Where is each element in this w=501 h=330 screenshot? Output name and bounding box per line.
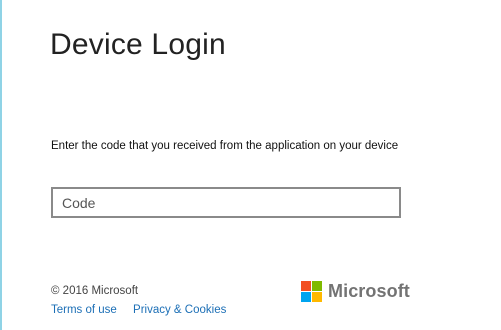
logo-square-green: [312, 281, 322, 291]
code-input[interactable]: [51, 187, 401, 218]
microsoft-logo: Microsoft: [301, 281, 410, 302]
copyright-text: © 2016 Microsoft: [51, 285, 139, 297]
terms-of-use-link[interactable]: Terms of use: [51, 304, 117, 316]
device-login-page: Device Login Enter the code that you rec…: [0, 0, 501, 330]
microsoft-logo-icon: [301, 281, 322, 302]
page-title: Device Login: [50, 28, 226, 61]
logo-square-blue: [301, 292, 311, 302]
instruction-text: Enter the code that you received from th…: [51, 140, 399, 152]
logo-square-red: [301, 281, 311, 291]
left-border-rule: [0, 0, 2, 330]
microsoft-wordmark: Microsoft: [328, 281, 410, 301]
privacy-cookies-link[interactable]: Privacy & Cookies: [133, 304, 226, 316]
logo-square-yellow: [312, 292, 322, 302]
footer-links: Terms of use Privacy & Cookies: [51, 304, 239, 316]
